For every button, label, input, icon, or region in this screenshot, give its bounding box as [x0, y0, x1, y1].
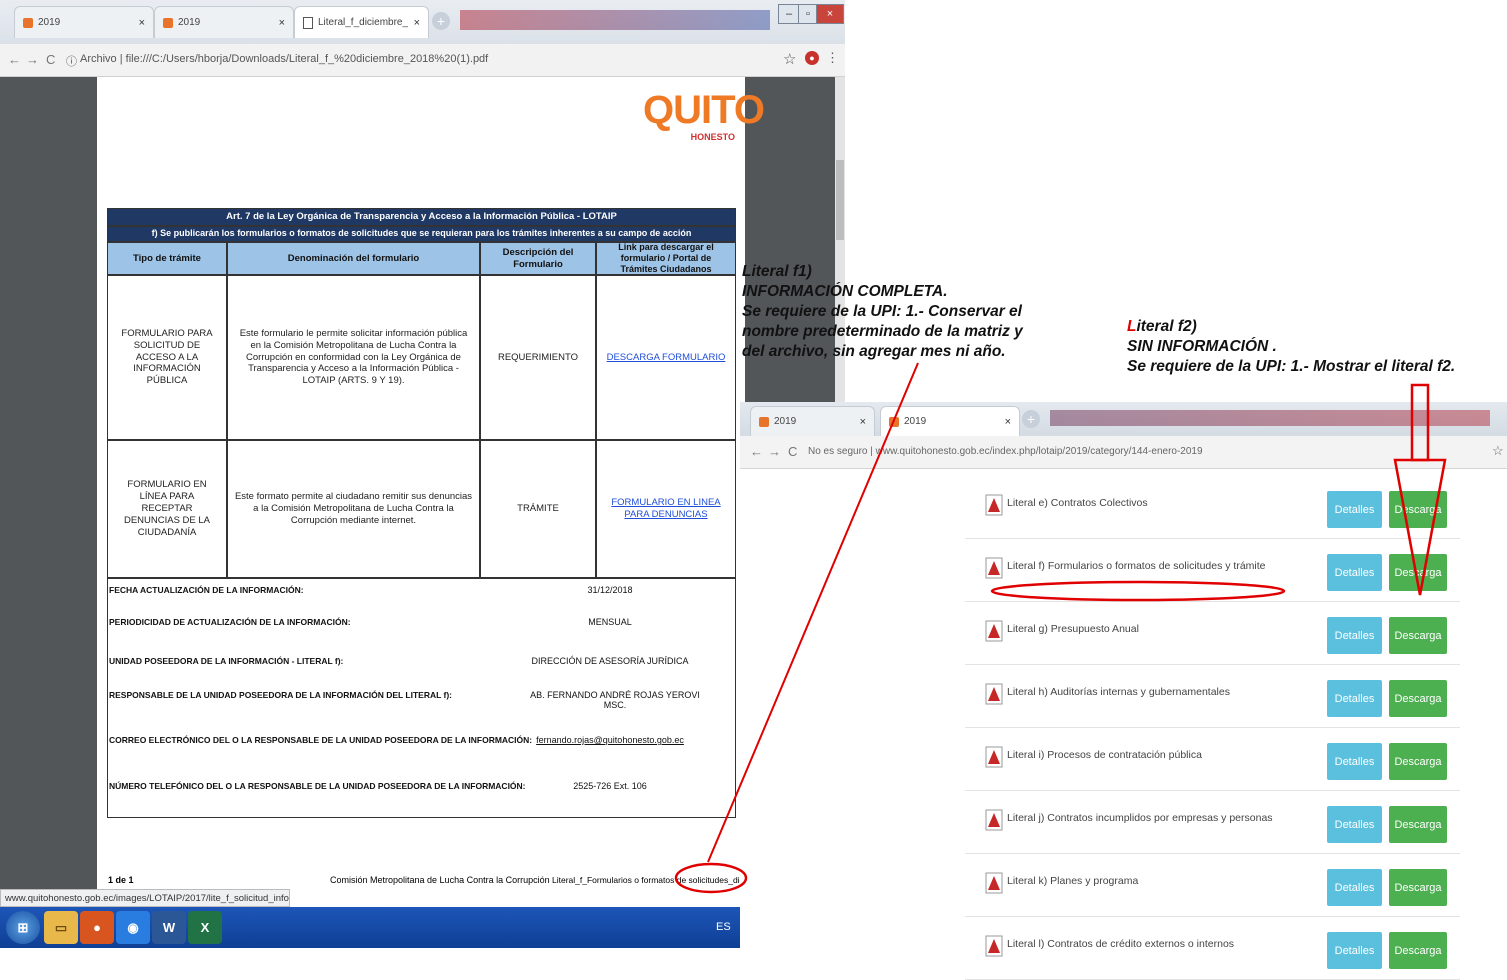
annotation-ellipse-filename	[674, 862, 748, 894]
annotation-arrow-head	[1393, 458, 1447, 596]
annotation-arrow-shaft	[1410, 383, 1430, 462]
annotation-overlay	[674, 362, 1447, 894]
annotation-ellipse-f	[990, 580, 1286, 602]
annotation-arrow-line	[707, 362, 919, 863]
